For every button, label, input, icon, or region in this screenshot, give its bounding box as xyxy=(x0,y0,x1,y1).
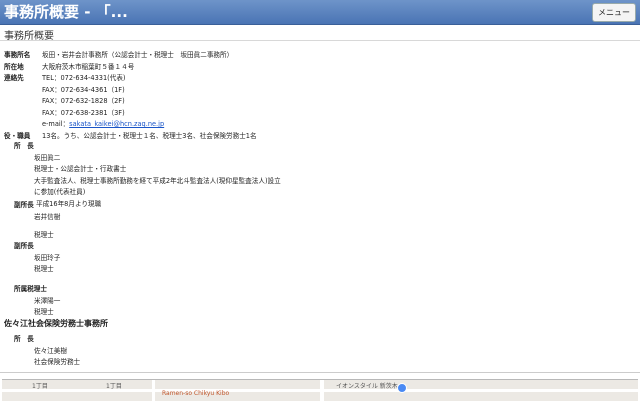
career: 大手監査法人、税理士事務所勤務を経て平成2年北斗監査法人(現仰星監査法人)設立 xyxy=(34,176,281,185)
deputy-details: 坂田玲子 税理士 xyxy=(14,253,60,276)
map-pin-icon[interactable] xyxy=(397,383,407,393)
deputy-block: 副所長 坂田玲子 税理士 xyxy=(14,241,60,276)
email-line: e-mail：sakata_kaikei@hcn.zaq.ne.jp xyxy=(42,119,164,131)
qualification: 税理士 xyxy=(34,265,54,273)
qualifications: 税理士・公認会計士・行政書士 xyxy=(34,165,127,173)
qualification: 税理士 xyxy=(34,308,54,316)
value: TEL：072-634-4331(代表) FAX：072-634-4361（1F… xyxy=(42,73,164,131)
office-title: 佐々江社会保険労務士事務所 xyxy=(4,319,108,328)
map-label: Ramen-so Chikyu Kibo xyxy=(162,390,230,397)
label: 所在地 xyxy=(4,62,24,71)
career: に参加(代表社員) xyxy=(34,188,86,196)
info-row-name: 事務所名 坂田・岩井会計事務所（公認会計士・税理士 坂田眞二事務所） xyxy=(4,50,257,62)
divider xyxy=(0,40,640,41)
info-row-address: 所在地 大阪府茨木市稲葉町５番１４号 xyxy=(4,62,257,74)
name: 佐々江美樹 xyxy=(34,346,67,355)
office2-director-details: 佐々江美樹 社会保険労務士 xyxy=(14,346,80,369)
office2-director-block: 所 長 佐々江美樹 社会保険労務士 xyxy=(14,334,80,369)
section-title: 副所長 xyxy=(14,242,34,250)
tax-accountant-block: 所属税理士 米澤陽一 税理士 xyxy=(14,284,60,319)
value: 大阪府茨木市稲葉町５番１４号 xyxy=(42,62,135,71)
fax-text: FAX：072-638-2381（3F) xyxy=(42,108,125,117)
section-title: 所 長 xyxy=(14,335,34,343)
career: 平成16年8月より現職 xyxy=(36,199,102,208)
map-road xyxy=(152,380,155,401)
qualification: 社会保険労務士 xyxy=(34,358,81,366)
tax-accountant-details: 米澤陽一 税理士 xyxy=(14,296,60,319)
email-prefix: e-mail： xyxy=(42,120,70,128)
fax-text: FAX：072-634-4361（1F) xyxy=(42,85,125,94)
section-title: 所 長 xyxy=(14,142,34,150)
fax-text: FAX：072-632-1828（2F) xyxy=(42,97,125,105)
section-title: 所属税理士 xyxy=(14,285,47,293)
map-label: 1丁目 xyxy=(32,383,48,390)
qualification: 税理士 xyxy=(34,231,54,239)
section-title: 副所長 xyxy=(14,201,34,209)
name: 坂田眞二 xyxy=(34,153,61,162)
label: 連絡先 xyxy=(4,74,24,82)
label: 事務所名 xyxy=(4,51,31,59)
name: 坂田玲子 xyxy=(34,253,61,262)
menu-button[interactable]: メニュー xyxy=(592,3,636,22)
name: 岩井信樹 xyxy=(34,212,61,221)
app-title: 事務所概要 - 「... xyxy=(4,3,128,21)
map-label: 1丁目 xyxy=(106,383,122,390)
map-embed[interactable]: 1丁目 1丁目 Ramen-so Chikyu Kibo イオンスタイル 新茨木 xyxy=(2,379,638,401)
map-road xyxy=(320,380,324,401)
deputy-block: 副所長 岩井信樹 税理士 xyxy=(14,200,60,242)
tel-text: TEL：072-634-4331(代表) xyxy=(42,74,126,82)
office-info: 事務所名 坂田・岩井会計事務所（公認会計士・税理士 坂田眞二事務所） 所在地 大… xyxy=(4,50,257,142)
info-row-contact: 連絡先 TEL：072-634-4331(代表) FAX：072-634-436… xyxy=(4,73,257,131)
deputy-details: 岩井信樹 税理士 xyxy=(14,212,60,242)
email-link[interactable]: sakata_kaikei@hcn.zaq.ne.jp xyxy=(69,120,164,128)
divider xyxy=(0,372,640,373)
value: 坂田・岩井会計事務所（公認会計士・税理士 坂田眞二事務所） xyxy=(42,51,234,59)
top-bar: 事務所概要 - 「... メニュー xyxy=(0,0,640,25)
name: 米澤陽一 xyxy=(34,296,61,305)
map-label: イオンスタイル 新茨木 xyxy=(336,383,398,390)
